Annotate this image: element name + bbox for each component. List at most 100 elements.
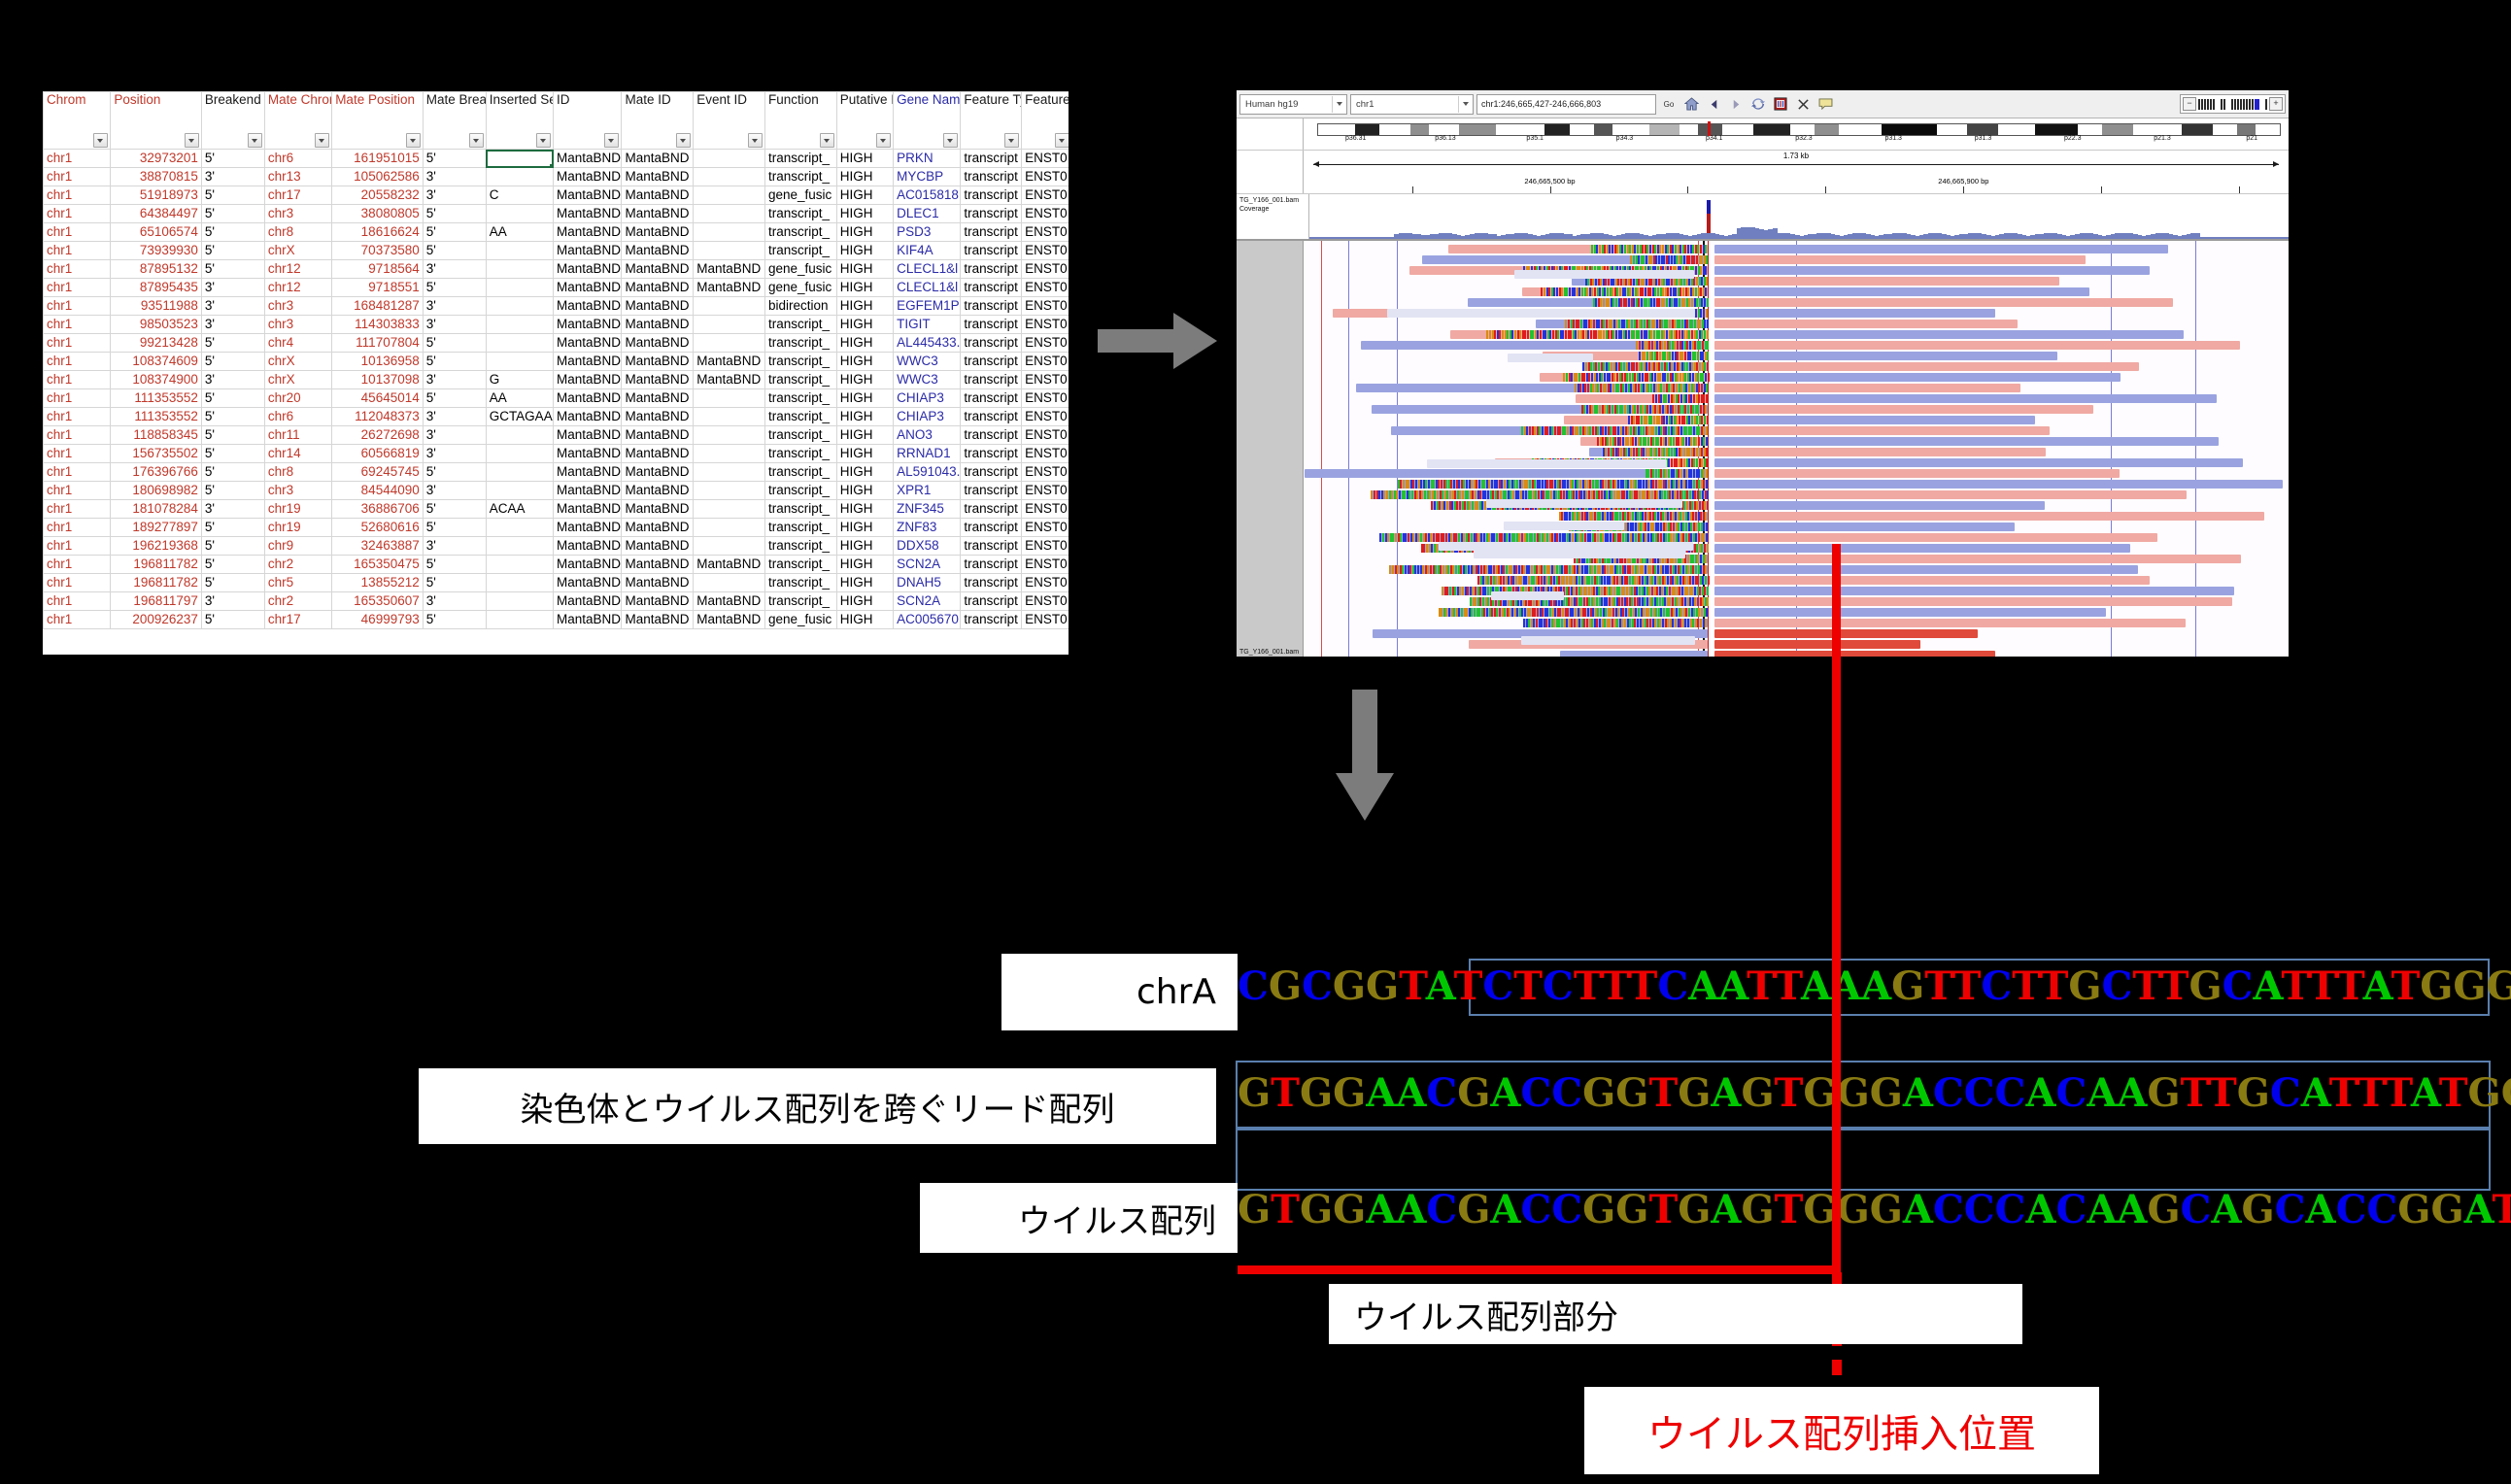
cell-putative-impact[interactable]: HIGH bbox=[835, 499, 895, 519]
table-row[interactable]: chr1 196219368 5' chr9 32463887 3' MantaBND Man… bbox=[43, 536, 1069, 556]
cell-gene-name[interactable]: CHIAP3 bbox=[893, 407, 962, 426]
cell-event-id[interactable] bbox=[693, 573, 765, 592]
alignment-read[interactable] bbox=[1438, 608, 1709, 617]
cell-mate-position[interactable]: 9718551 bbox=[331, 278, 424, 297]
cell-feature-type[interactable]: transcript bbox=[960, 591, 1023, 611]
cell-putative-impact[interactable]: HIGH bbox=[835, 149, 895, 168]
cell-inserted-sequence[interactable] bbox=[485, 296, 555, 316]
alignment-read[interactable] bbox=[1438, 542, 1693, 551]
cell-mate-position[interactable]: 13855212 bbox=[331, 573, 424, 592]
cell-feature-type[interactable]: transcript bbox=[960, 610, 1023, 629]
table-row[interactable]: chr1 156735502 5' chr14 60566819 3' MantaBND Ma… bbox=[43, 444, 1069, 463]
cell-putative-impact[interactable]: HIGH bbox=[835, 573, 895, 592]
cell-position[interactable]: 200926237 bbox=[110, 610, 202, 629]
cell-feature-id[interactable]: ENST0 bbox=[1021, 536, 1069, 556]
column-header-mate-breakend[interactable]: Mate Breakend bbox=[422, 91, 487, 131]
alignment-read[interactable] bbox=[1714, 394, 2218, 403]
cell-id[interactable]: MantaBND bbox=[553, 149, 623, 168]
back-arrow-icon[interactable] bbox=[1704, 93, 1723, 115]
cell-gene-name[interactable]: CLECL1&l bbox=[893, 259, 962, 279]
alignment-read[interactable] bbox=[1508, 354, 1594, 362]
cell-breakend[interactable]: 5' bbox=[200, 536, 265, 556]
cell-mate-chrom[interactable]: chr17 bbox=[263, 186, 333, 205]
alignment-read[interactable] bbox=[1714, 266, 2150, 275]
cell-mate-chrom[interactable]: chr9 bbox=[263, 536, 333, 556]
alignment-read[interactable] bbox=[1304, 469, 1709, 478]
cell-mate-id[interactable]: MantaBND bbox=[621, 149, 695, 168]
cell-mate-breakend[interactable]: 5' bbox=[422, 352, 487, 371]
cell-mate-chrom[interactable]: chr17 bbox=[263, 610, 333, 629]
alignment-read[interactable] bbox=[1389, 565, 1708, 574]
cell-mate-position[interactable]: 38080805 bbox=[331, 204, 424, 223]
cell-event-id[interactable] bbox=[693, 204, 765, 223]
cell-id[interactable]: MantaBND bbox=[553, 352, 623, 371]
cell-chrom[interactable]: chr1 bbox=[43, 167, 112, 186]
alignment-read[interactable] bbox=[1422, 255, 1709, 264]
column-header-breakend[interactable]: Breakend bbox=[200, 91, 265, 131]
cell-chrom[interactable]: chr1 bbox=[43, 407, 112, 426]
filter-dropdown-icon[interactable] bbox=[1004, 132, 1020, 148]
cell-gene-name[interactable]: MYCBP bbox=[893, 167, 962, 186]
alignment-read[interactable] bbox=[1714, 597, 2232, 606]
cell-inserted-sequence[interactable]: AA bbox=[485, 388, 555, 408]
alignment-read[interactable] bbox=[1714, 426, 2050, 435]
cell-putative-impact[interactable]: HIGH bbox=[835, 555, 895, 574]
cell-mate-id[interactable]: MantaBND bbox=[621, 186, 695, 205]
cell-feature-type[interactable]: transcript bbox=[960, 499, 1023, 519]
cell-position[interactable]: 176396766 bbox=[110, 462, 202, 482]
alignment-read-clipped[interactable] bbox=[1714, 629, 1978, 638]
cell-id[interactable]: MantaBND bbox=[553, 167, 623, 186]
cell-event-id[interactable] bbox=[693, 407, 765, 426]
cell-chrom[interactable]: chr1 bbox=[43, 610, 112, 629]
cell-gene-name[interactable]: AC005670 bbox=[893, 610, 962, 629]
cell-function[interactable]: transcript_ bbox=[763, 407, 837, 426]
cell-position[interactable]: 196811782 bbox=[110, 555, 202, 574]
cell-feature-type[interactable]: transcript bbox=[960, 204, 1023, 223]
cell-mate-chrom[interactable]: chr4 bbox=[263, 333, 333, 353]
cell-mate-id[interactable]: MantaBND bbox=[621, 407, 695, 426]
cell-function[interactable]: gene_fusic bbox=[763, 186, 837, 205]
alignment-read-clipped[interactable] bbox=[1714, 651, 1995, 657]
table-row[interactable]: chr1 196811782 5' chr5 13855212 5' MantaBND Man… bbox=[43, 573, 1069, 592]
go-button[interactable]: Go bbox=[1659, 93, 1679, 115]
cell-id[interactable]: MantaBND bbox=[553, 296, 623, 316]
cell-gene-name[interactable]: AL445433. bbox=[893, 333, 962, 353]
cell-feature-id[interactable]: ENST0 bbox=[1021, 167, 1069, 186]
cell-mate-position[interactable]: 112048373 bbox=[331, 407, 424, 426]
cell-inserted-sequence[interactable]: G bbox=[485, 370, 555, 389]
cell-event-id[interactable]: MantaBND bbox=[693, 278, 765, 297]
alignment-read[interactable] bbox=[1714, 608, 2106, 617]
cell-breakend[interactable]: 5' bbox=[200, 222, 265, 242]
cell-inserted-sequence[interactable] bbox=[485, 591, 555, 611]
cell-inserted-sequence[interactable] bbox=[485, 425, 555, 445]
cell-mate-position[interactable]: 70373580 bbox=[331, 241, 424, 260]
cell-feature-type[interactable]: transcript bbox=[960, 536, 1023, 556]
cell-event-id[interactable] bbox=[693, 296, 765, 316]
cell-id[interactable]: MantaBND bbox=[553, 388, 623, 408]
alignment-read[interactable] bbox=[1714, 437, 2220, 446]
cell-mate-position[interactable]: 165350607 bbox=[331, 591, 424, 611]
alignment-read[interactable] bbox=[1449, 330, 1709, 339]
alignment-read[interactable] bbox=[1522, 287, 1708, 296]
cell-inserted-sequence[interactable]: ACAA bbox=[485, 499, 555, 519]
filter-cell[interactable] bbox=[621, 131, 695, 150]
cell-breakend[interactable]: 5' bbox=[200, 425, 265, 445]
cell-mate-breakend[interactable]: 5' bbox=[422, 241, 487, 260]
table-row[interactable]: chr1 65106574 5' chr8 18616624 5' AA MantaBND Ma… bbox=[43, 222, 1069, 242]
table-row[interactable]: chr1 118858345 5' chr11 26272698 3' MantaBND Ma… bbox=[43, 425, 1069, 445]
cell-mate-position[interactable]: 69245745 bbox=[331, 462, 424, 482]
cell-feature-id[interactable]: ENST0 bbox=[1021, 407, 1069, 426]
cell-function[interactable]: transcript_ bbox=[763, 370, 837, 389]
filter-dropdown-icon[interactable] bbox=[184, 132, 199, 148]
cell-breakend[interactable]: 5' bbox=[200, 333, 265, 353]
cell-mate-chrom[interactable]: chr5 bbox=[263, 573, 333, 592]
cell-breakend[interactable]: 5' bbox=[200, 518, 265, 537]
crosshair-icon[interactable] bbox=[1793, 93, 1813, 115]
cell-gene-name[interactable]: ZNF345 bbox=[893, 499, 962, 519]
column-header-id[interactable]: ID bbox=[553, 91, 623, 131]
alignment-read[interactable] bbox=[1386, 309, 1696, 318]
cell-gene-name[interactable]: PRKN bbox=[893, 149, 962, 168]
cell-inserted-sequence[interactable]: AA bbox=[485, 222, 555, 242]
cell-breakend[interactable]: 5' bbox=[200, 352, 265, 371]
cell-inserted-sequence[interactable] bbox=[485, 536, 555, 556]
